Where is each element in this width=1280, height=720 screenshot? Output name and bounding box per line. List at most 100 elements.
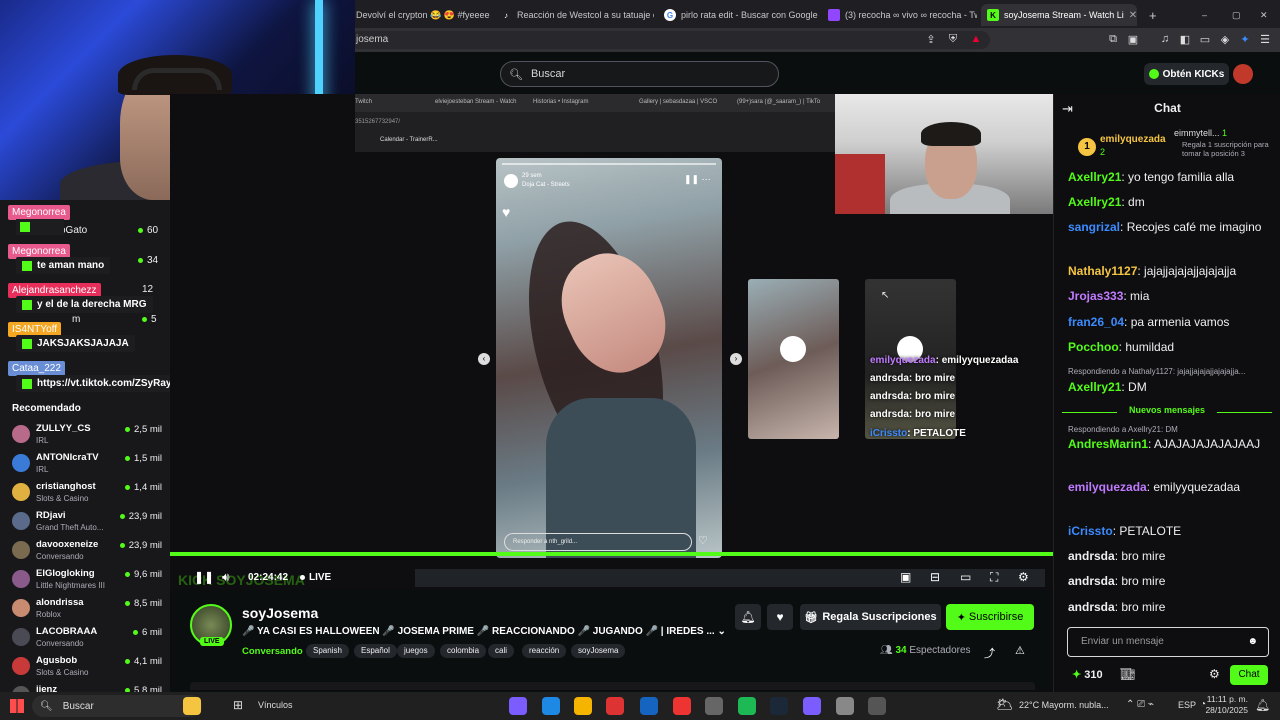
language-indicator[interactable]: ESP (1178, 700, 1196, 710)
clip-icon[interactable]: ▣ (900, 570, 911, 584)
chat-message[interactable]: emilyquezada: emilyyquezadaa (1068, 478, 1278, 496)
taskbar-search[interactable]: 🔍︎Buscar ✦ (32, 695, 202, 717)
notification-bell-button[interactable]: 🔔︎ (735, 604, 761, 630)
chat-message[interactable]: iCrissto: PETALOTE (1068, 522, 1278, 540)
chat-message[interactable]: andrsda: bro mire (1068, 572, 1278, 590)
close-window-button[interactable]: ✕ (1254, 4, 1274, 26)
leo-icon[interactable]: ✦ (1238, 33, 1252, 46)
edge-icon[interactable] (542, 697, 560, 715)
github-icon[interactable] (705, 697, 723, 715)
spotify-icon[interactable] (738, 697, 756, 715)
clock-time[interactable]: 11:11 p. m. (1200, 694, 1248, 704)
gift-subs-button[interactable]: 🎁︎ Regala Suscripciones (800, 604, 941, 630)
browser-tab-4[interactable]: (3) recocha ∞ vivo ∞ recocha - Twitc (822, 4, 977, 26)
new-tab-button[interactable]: + (1143, 4, 1163, 26)
volume-icon[interactable]: 🔊︎ (222, 570, 230, 585)
chat-message[interactable]: Nathaly1127: jajajjajajajjajajajja (1068, 262, 1278, 280)
brave-icon[interactable] (673, 697, 691, 715)
follow-button[interactable]: ♥ (767, 604, 793, 630)
wallet-icon[interactable]: ▭ (1198, 33, 1212, 46)
subscribe-button[interactable]: ✦ Suscribirse (946, 604, 1034, 630)
chat-message[interactable]: Axellry21: DM (1068, 378, 1278, 396)
video-player[interactable]: Twitch elviejoesteban Stream - Watch His… (170, 94, 1053, 590)
tag[interactable]: soyJosema (571, 644, 626, 658)
share-icon[interactable]: ⇪ (924, 33, 938, 46)
progress-bar[interactable] (170, 552, 1053, 556)
clock-date[interactable]: 28/10/2025 (1200, 705, 1248, 715)
chat-input[interactable]: Enviar un mensaje ☻ (1067, 627, 1269, 657)
search-input[interactable]: 🔍︎ Buscar (500, 61, 779, 87)
next-story-icon[interactable]: › (730, 353, 742, 365)
recommended-channel[interactable]: Agusbob Slots & Casino 4,1 mil (12, 655, 162, 679)
url-field[interactable]: josema (350, 31, 990, 49)
copilot-icon[interactable] (509, 697, 527, 715)
office-icon[interactable] (606, 697, 624, 715)
chat-message[interactable]: andrsda: bro mire (1068, 547, 1278, 565)
settings-icon[interactable] (836, 697, 854, 715)
channel-name[interactable]: soyJosema (242, 605, 318, 621)
recommended-channel[interactable]: cristianghost Slots & Casino 1,4 mil (12, 481, 162, 505)
minimize-button[interactable]: – (1196, 4, 1216, 26)
followed-name-1[interactable]: oGato (60, 225, 87, 236)
tag[interactable]: reacción (522, 644, 567, 658)
brave-shield-icon[interactable]: ⛨ (946, 33, 960, 46)
channel-points[interactable]: ✦ 310 (1072, 668, 1103, 681)
sidebar-icon[interactable]: ◧ (1178, 33, 1192, 46)
notifications-icon[interactable]: 🔔︎ (1255, 698, 1270, 712)
user-avatar[interactable] (1233, 64, 1253, 84)
browser-tab-2[interactable]: ♪ Reacción de Westcol a su tatuaje en (494, 4, 654, 26)
chat-settings-icon[interactable]: ⚙ (1209, 667, 1220, 681)
tag[interactable]: Español (354, 644, 397, 658)
vpn-icon[interactable]: ◈ (1218, 33, 1232, 46)
extensions-icon[interactable]: ⧉ (1106, 33, 1120, 46)
browser-tab-active[interactable]: K soyJosema Stream - Watch Li ✕ (981, 4, 1137, 26)
share-icon[interactable]: ⤴ (984, 645, 995, 661)
store-icon[interactable]: 🏬︎ (1120, 667, 1135, 681)
screenshot-icon[interactable]: ▣ (1126, 33, 1140, 46)
recommended-channel[interactable]: ZULLYY_CS IRL 2,5 mil (12, 423, 162, 447)
recommended-channel[interactable]: alondrissa Roblox 8,5 mil (12, 597, 162, 621)
menu-icon[interactable]: ☰ (1258, 33, 1272, 46)
chat-message[interactable]: fran26_04: pa armenia vamos (1068, 313, 1278, 331)
recommended-channel[interactable]: LACOBRAAA Conversando 6 mil (12, 626, 162, 650)
start-icon[interactable] (10, 699, 24, 713)
tray-icons[interactable]: ⌃ ⎚ ⌁ (1126, 699, 1154, 710)
tag[interactable]: Spanish (306, 644, 349, 658)
taskbar-links[interactable]: Vínculos (258, 700, 293, 710)
browser-tab-1[interactable]: Devolví el crypton 😂 😍 #fyeeeeee (350, 4, 490, 26)
browser-tab-3[interactable]: G pirlo rata edit - Buscar con Google (658, 4, 818, 26)
task-view-icon[interactable]: ⊞ (233, 698, 243, 712)
tag[interactable]: cali (488, 644, 515, 658)
discord-icon[interactable] (803, 697, 821, 715)
close-tab-icon[interactable]: ✕ (1129, 10, 1137, 21)
followed-name-4[interactable]: m (72, 314, 80, 325)
chat-send-button[interactable]: Chat (1230, 665, 1268, 685)
steam-icon[interactable] (770, 697, 788, 715)
stream-category[interactable]: Conversando (242, 646, 303, 657)
get-kicks-button[interactable]: Obtén KICKs (1144, 63, 1229, 85)
weather-text[interactable]: 22°C Mayorm. nubla... (1019, 700, 1109, 710)
report-icon[interactable]: ⚠ (1015, 644, 1025, 657)
mail-icon[interactable] (640, 697, 658, 715)
recommended-channel[interactable]: ElGlogloking Little Nightmares III 9,6 mil (12, 568, 162, 592)
chat-message[interactable]: Pocchoo: humildad (1068, 338, 1278, 356)
theater-icon[interactable]: ⊟ (930, 570, 940, 584)
maximize-button[interactable]: ▢ (1226, 4, 1246, 26)
chat-message[interactable]: Axellry21: dm (1068, 193, 1278, 211)
recommended-channel[interactable]: ANTONIcraTV IRL 1,5 mil (12, 452, 162, 476)
chat-message[interactable]: Axellry21: yo tengo familia alla (1068, 168, 1278, 186)
chat-message[interactable]: sangrizal: Recojes café me imagino (1068, 218, 1278, 236)
chat-message[interactable]: AndresMarin1: AJAJAJAJAJAJAAJ (1068, 435, 1278, 453)
fullscreen-icon[interactable]: ⛶ (990, 570, 998, 585)
miniplayer-icon[interactable]: ▭ (960, 570, 971, 584)
media-player-icon[interactable] (868, 697, 886, 715)
recommended-channel[interactable]: davooxeneize Conversando 23,9 mil (12, 539, 162, 563)
tag[interactable]: colombia (440, 644, 487, 658)
pause-icon[interactable]: ❚❚ (194, 570, 214, 584)
chat-message[interactable]: andrsda: bro mire (1068, 598, 1278, 616)
widgets-icon[interactable] (183, 697, 201, 715)
file-explorer-icon[interactable] (574, 697, 592, 715)
tag[interactable]: juegos (397, 644, 435, 658)
settings-icon[interactable]: ⚙ (1018, 570, 1029, 584)
brave-rewards-icon[interactable]: ▲ (969, 33, 983, 45)
